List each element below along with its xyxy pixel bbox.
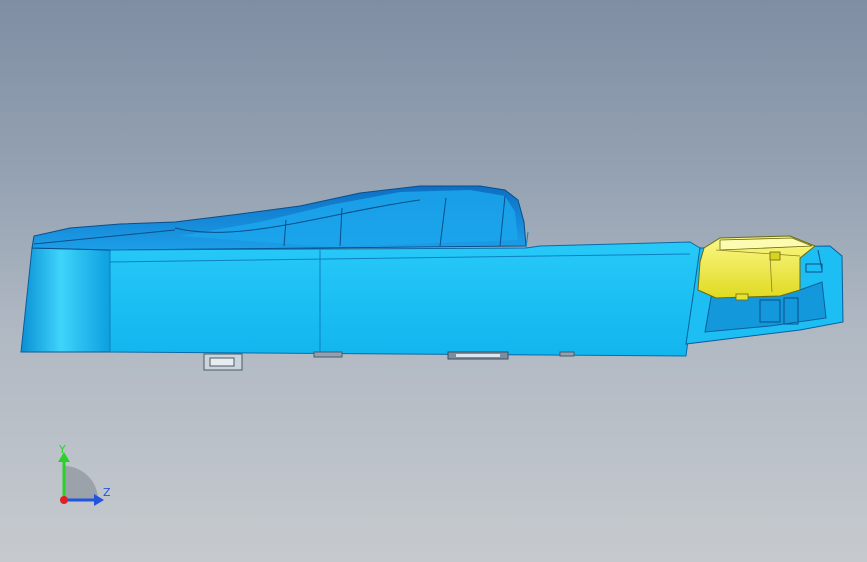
housing-left-end xyxy=(20,247,111,353)
triad-x-dot xyxy=(60,496,68,504)
housing-main-body xyxy=(109,241,701,357)
bottom-clip-4 xyxy=(559,351,575,357)
coordinate-triad xyxy=(58,452,104,506)
cad-model-view[interactable] xyxy=(0,0,867,562)
yellow-component xyxy=(697,235,816,301)
bottom-clip-1 xyxy=(203,353,243,371)
bottom-clip-3 xyxy=(447,351,509,360)
axis-y-label: Y xyxy=(59,443,66,456)
bottom-clip-2 xyxy=(313,351,343,358)
axis-z-label: Z xyxy=(103,486,111,499)
cad-graphics-viewport[interactable]: Y Z xyxy=(0,0,867,562)
triad-arc xyxy=(64,466,98,500)
